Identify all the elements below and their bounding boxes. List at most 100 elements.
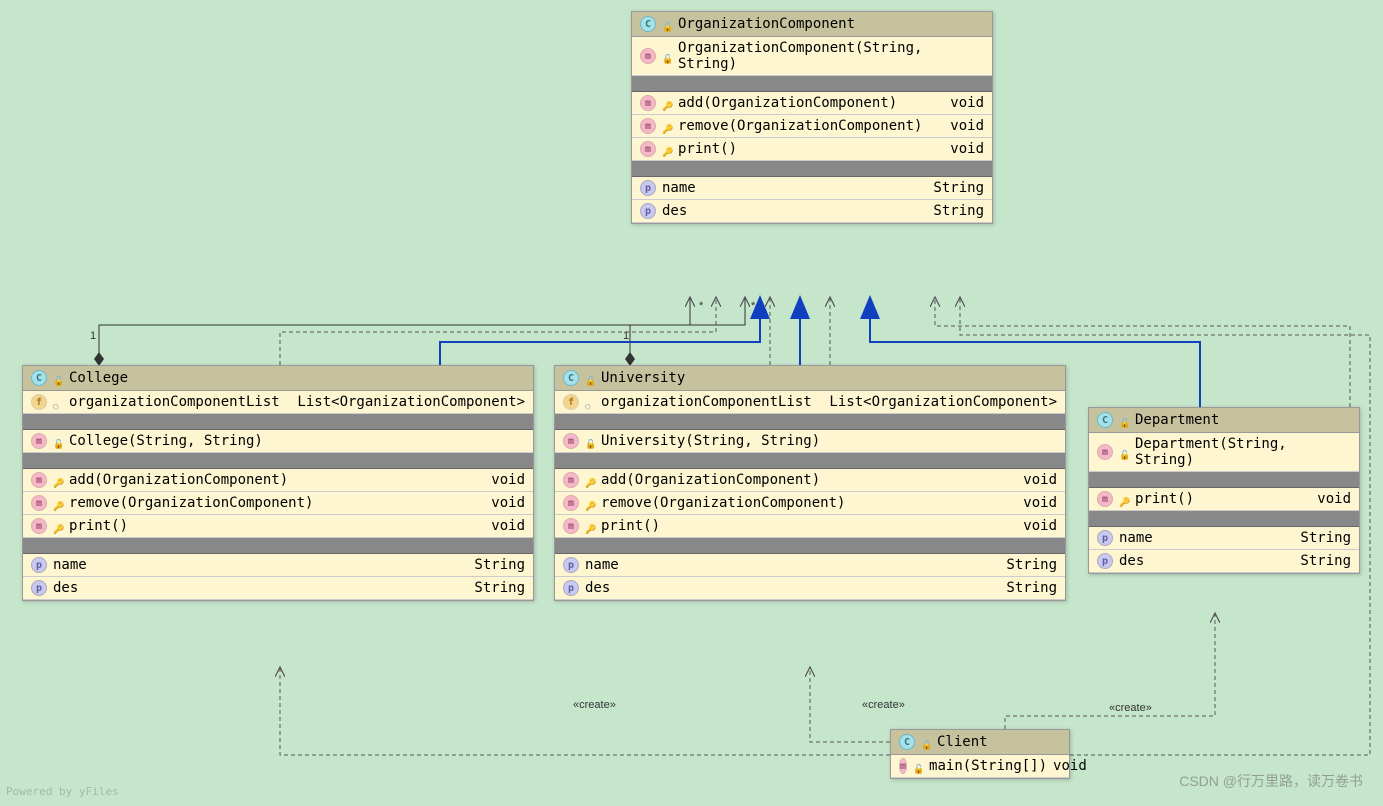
property-row: pnameString: [23, 554, 533, 577]
property-icon: p: [31, 557, 47, 573]
property-row: pdes String: [632, 200, 992, 223]
method-icon: m: [563, 495, 579, 511]
key-icon: [585, 475, 595, 485]
class-title: C Department: [1089, 408, 1359, 433]
class-icon: C: [899, 734, 915, 750]
class-icon: C: [563, 370, 579, 386]
section-divider: [555, 538, 1065, 554]
property-row: pdes String: [555, 577, 1065, 600]
class-title: C Client: [891, 730, 1069, 755]
lock-icon: [921, 737, 931, 747]
sig-label: add(OrganizationComponent): [601, 472, 1017, 488]
ret-label: void: [1023, 518, 1057, 534]
sig-label: des: [53, 580, 468, 596]
method-row: mprint()void: [632, 138, 992, 161]
property-icon: p: [640, 203, 656, 219]
method-row: mremove(OrganizationComponent)void: [23, 492, 533, 515]
section-divider: [23, 453, 533, 469]
method-icon: m: [899, 758, 907, 774]
field-icon: f: [31, 394, 47, 410]
sig-label: name: [585, 557, 1000, 573]
sig-label: des: [585, 580, 1000, 596]
ret-label: String: [1300, 530, 1351, 546]
sig-label: Department(String, String): [1135, 436, 1351, 468]
ret-label: void: [1023, 495, 1057, 511]
ret-label: void: [950, 118, 984, 134]
key-icon: [585, 521, 595, 531]
method-icon: m: [1097, 491, 1113, 507]
class-name-label: Department: [1135, 412, 1219, 428]
field-row: f organizationComponentList List<Organiz…: [23, 391, 533, 414]
ret-label: List<OrganizationComponent>: [297, 394, 525, 410]
method-icon: m: [31, 433, 47, 449]
sig-label: organizationComponentList: [601, 394, 823, 410]
sig-label: OrganizationComponent(String, String): [678, 40, 984, 72]
lock-icon: [53, 397, 63, 407]
ret-label: String: [1006, 580, 1057, 596]
ret-label: void: [1023, 472, 1057, 488]
ret-label: void: [1053, 758, 1087, 774]
property-row: pdesString: [1089, 550, 1359, 573]
constructor-row: mCollege(String, String): [23, 430, 533, 453]
sig-label: print(): [678, 141, 944, 157]
constructor-row: m OrganizationComponent(String, String): [632, 37, 992, 76]
property-icon: p: [31, 580, 47, 596]
key-icon: [53, 475, 63, 485]
ret-label: void: [491, 472, 525, 488]
method-row: mprint()void: [1089, 488, 1359, 511]
method-icon: m: [640, 118, 656, 134]
lock-icon: [585, 436, 595, 446]
lock-icon: [662, 19, 672, 29]
multiplicity-label: *: [699, 300, 703, 312]
method-row: mmain(String[])void: [891, 755, 1069, 778]
class-title: C College: [23, 366, 533, 391]
method-icon: m: [640, 48, 656, 64]
lock-icon: [53, 436, 63, 446]
sig-label: name: [662, 180, 927, 196]
ret-label: String: [933, 203, 984, 219]
section-divider: [632, 76, 992, 92]
section-divider: [555, 414, 1065, 430]
section-divider: [555, 453, 1065, 469]
field-icon: f: [563, 394, 579, 410]
key-icon: [585, 498, 595, 508]
section-divider: [23, 538, 533, 554]
property-icon: p: [1097, 530, 1113, 546]
powered-by-label: Powered by yFiles: [6, 785, 119, 798]
property-icon: p: [640, 180, 656, 196]
sig-label: print(): [1135, 491, 1311, 507]
section-divider: [632, 161, 992, 177]
property-row: pnameString: [1089, 527, 1359, 550]
class-name-label: Client: [937, 734, 988, 750]
sig-label: University(String, String): [601, 433, 1057, 449]
sig-label: print(): [601, 518, 1017, 534]
lock-icon: [1119, 415, 1129, 425]
ret-label: void: [491, 495, 525, 511]
lock-icon: [53, 373, 63, 383]
class-client: C Client mmain(String[])void: [890, 729, 1070, 779]
lock-icon: [585, 373, 595, 383]
sig-label: remove(OrganizationComponent): [601, 495, 1017, 511]
sig-label: remove(OrganizationComponent): [69, 495, 485, 511]
method-icon: m: [563, 518, 579, 534]
sig-label: des: [662, 203, 927, 219]
method-row: m remove(OrganizationComponent) void: [555, 492, 1065, 515]
property-icon: p: [563, 580, 579, 596]
key-icon: [53, 498, 63, 508]
method-icon: m: [640, 95, 656, 111]
property-row: pnameString: [632, 177, 992, 200]
method-row: mprint()void: [23, 515, 533, 538]
ret-label: String: [1300, 553, 1351, 569]
sig-label: print(): [69, 518, 485, 534]
method-icon: m: [31, 472, 47, 488]
sig-label: add(OrganizationComponent): [678, 95, 944, 111]
ret-label: String: [474, 580, 525, 596]
key-icon: [53, 521, 63, 531]
property-row: pdes String: [23, 577, 533, 600]
class-icon: C: [640, 16, 656, 32]
constructor-row: mUniversity(String, String): [555, 430, 1065, 453]
create-stereotype: «create»: [862, 699, 905, 711]
ret-label: String: [474, 557, 525, 573]
key-icon: [662, 144, 672, 154]
field-row: f organizationComponentList List<Organiz…: [555, 391, 1065, 414]
